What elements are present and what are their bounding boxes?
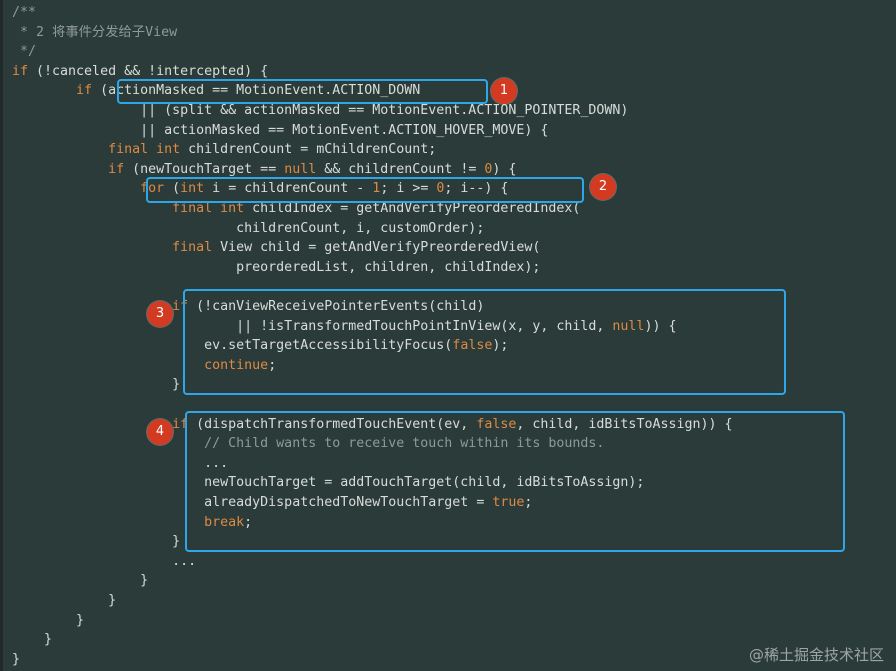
code-token: } xyxy=(12,573,149,589)
code-token: childrenCount = mChildrenCount; xyxy=(180,142,437,158)
code-token: ) { xyxy=(492,161,517,177)
code-line: preorderedList, children, childIndex); xyxy=(12,258,540,278)
badge-3: 3 xyxy=(147,301,173,327)
code-token: } xyxy=(12,377,181,393)
highlight-box-3 xyxy=(183,289,786,395)
code-keyword: if xyxy=(108,161,125,177)
code-line: childrenCount, i, customOrder); xyxy=(12,219,484,239)
code-token: View child = getAndVerifyPreorderedView( xyxy=(212,240,541,256)
code-token: } xyxy=(12,534,181,550)
badge-1: 1 xyxy=(491,78,517,104)
code-keyword: final int xyxy=(172,201,245,216)
code-line: final View child = getAndVerifyPreordere… xyxy=(12,238,540,258)
code-line: } xyxy=(12,630,52,650)
code-line: || (split && actionMasked == MotionEvent… xyxy=(12,101,628,121)
code-line: } xyxy=(12,591,116,611)
badge-2: 2 xyxy=(590,174,616,200)
code-keyword: final xyxy=(172,240,213,256)
code-token: || actionMasked == MotionEvent.ACTION_HO… xyxy=(12,122,549,138)
code-line: */ xyxy=(12,42,36,62)
code-keyword: null xyxy=(284,161,317,177)
highlight-box-2 xyxy=(146,177,584,203)
code-line: /** xyxy=(12,3,36,23)
code-token: } xyxy=(12,632,53,648)
code-token: preorderedList, children, childIndex); xyxy=(12,259,541,275)
code-line: ... xyxy=(12,552,196,572)
code-token: ... xyxy=(12,553,197,569)
code-line: || actionMasked == MotionEvent.ACTION_HO… xyxy=(12,121,548,141)
code-line: } xyxy=(12,571,148,591)
code-line: * 2 将事件分发给子View xyxy=(12,23,177,43)
code-token: } xyxy=(12,651,21,667)
code-line: } xyxy=(12,611,84,631)
code-token: } xyxy=(12,612,85,628)
code-screenshot: /** * 2 将事件分发给子View */ if (!canceled && !… xyxy=(0,0,896,671)
code-token: && childrenCount != xyxy=(316,161,485,177)
code-comment: /** xyxy=(12,5,37,20)
code-token: || (split && actionMasked == MotionEvent… xyxy=(12,103,629,118)
code-keyword: if xyxy=(12,63,29,79)
code-line: } xyxy=(12,532,180,552)
highlight-box-4 xyxy=(185,411,845,552)
code-keyword: final int xyxy=(108,142,181,158)
watermark: @稀土掘金技术社区 xyxy=(748,646,884,664)
code-comment: */ xyxy=(12,44,37,60)
badge-4: 4 xyxy=(147,419,173,445)
code-token: } xyxy=(12,593,117,608)
code-token: childrenCount, i, customOrder); xyxy=(12,220,485,236)
code-comment: * 2 将事件分发给子View xyxy=(12,24,178,40)
code-token: (!canceled && !intercepted) { xyxy=(28,63,269,79)
code-token: childIndex = getAndVerifyPreorderedIndex… xyxy=(244,201,581,216)
code-line: } xyxy=(12,375,180,395)
code-line: final int childrenCount = mChildrenCount… xyxy=(12,140,436,160)
code-keyword: if xyxy=(76,83,93,99)
code-line: } xyxy=(12,650,20,670)
highlight-box-1 xyxy=(117,79,488,104)
code-token: (newTouchTarget == xyxy=(124,161,285,177)
